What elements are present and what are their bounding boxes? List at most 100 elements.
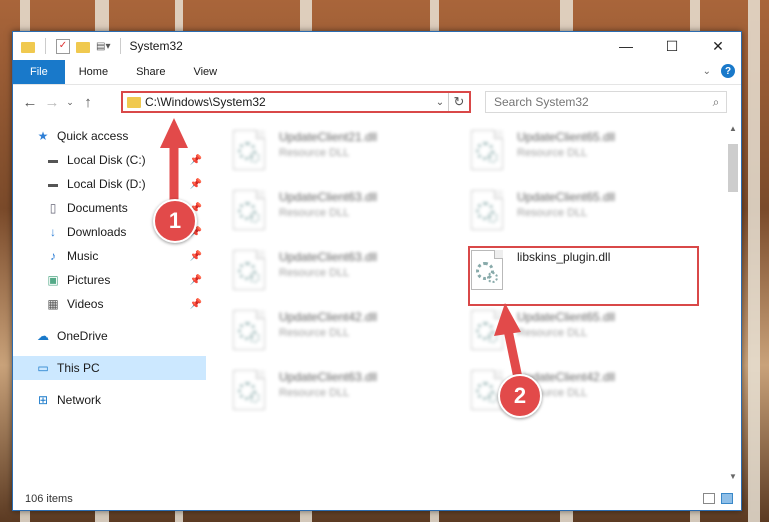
sidebar-item-label: Network [57,393,102,407]
sidebar-item-label: Local Disk (D:) [67,177,146,191]
sidebar-item-onedrive[interactable]: ☁ OneDrive [13,324,206,348]
vertical-scrollbar[interactable]: ▲ ▼ [725,122,741,484]
videos-icon: ▦ [47,297,59,311]
pictures-icon: ▣ [47,273,59,287]
file-name: UpdateClient63.dll [279,250,378,264]
list-item[interactable]: UpdateClient65.dll Resource DLL [471,310,691,362]
scroll-down-icon[interactable]: ▼ [725,470,741,484]
large-icons-view-icon[interactable] [721,493,733,504]
item-count: 106 items [25,493,73,505]
sidebar-item-network[interactable]: ⊞ Network [13,388,206,412]
dll-file-icon [471,190,503,230]
pin-icon[interactable]: 📌 [190,155,202,166]
sidebar-item-label: Local Disk (C:) [67,153,146,167]
up-arrow-icon[interactable]: ↑ [77,94,99,111]
dll-file-icon [233,370,265,410]
sidebar-item-label: This PC [57,361,100,375]
cloud-icon: ☁ [37,329,49,343]
refresh-icon[interactable]: ↻ [448,93,469,111]
pin-icon[interactable]: 📌 [190,179,202,190]
details-view-icon[interactable] [703,493,715,504]
folder-icon [127,96,141,108]
address-bar[interactable]: C:\Windows\System32 ⌄ ↻ [121,91,471,113]
file-type: Resource DLL [517,207,588,219]
recent-locations-icon[interactable]: ⌄ [63,97,77,108]
sidebar-item-label: Pictures [67,273,111,287]
list-item[interactable]: UpdateClient65.dll Resource DLL [471,190,691,242]
sidebar-item-label: Downloads [67,225,127,239]
sidebar-item-local-disk-d[interactable]: ▬ Local Disk (D:) 📌 [13,172,206,196]
divider [120,38,122,54]
new-folder-icon[interactable] [76,41,90,53]
address-dropdown-icon[interactable]: ⌄ [432,97,448,108]
file-type: Resource DLL [279,147,350,159]
file-type: Resource DLL [279,267,350,279]
sidebar-item-label: OneDrive [57,329,108,343]
file-type: Resource DLL [279,387,350,399]
sidebar-item-quick-access[interactable]: ★ Quick access [13,124,206,148]
list-item[interactable]: UpdateClient21.dll Resource DLL [233,130,453,182]
dll-file-icon [233,310,265,350]
pin-icon[interactable]: 📌 [190,251,202,262]
search-input[interactable] [486,94,706,110]
tab-share[interactable]: Share [122,60,179,84]
sidebar-item-pictures[interactable]: ▣ Pictures 📌 [13,268,206,292]
sidebar-item-label: Music [67,249,99,263]
back-arrow-icon[interactable]: ← [19,94,41,111]
tab-home[interactable]: Home [65,60,122,84]
list-item[interactable]: UpdateClient42.dll Resource DLL [233,310,453,362]
navigation-bar: ← → ⌄ ↑ C:\Windows\System32 ⌄ ↻ ⌕ [13,85,741,119]
customize-toolbar-icon[interactable]: ▤▾ [96,41,110,52]
forward-arrow-icon[interactable]: → [41,94,63,111]
scroll-up-icon[interactable]: ▲ [725,122,741,136]
sidebar-item-this-pc[interactable]: ▭ This PC [13,356,206,380]
list-item[interactable]: UpdateClient63.dll Resource DLL [233,370,453,422]
dll-file-icon [471,310,503,350]
minimize-button[interactable]: — [603,32,649,60]
divider [45,38,46,54]
file-name: UpdateClient63.dll [279,190,378,204]
title-bar: ✓ ▤▾ System32 — ☐ ✕ [13,32,741,60]
dll-file-icon [233,190,265,230]
address-path[interactable]: C:\Windows\System32 [145,95,432,109]
music-icon: ♪ [50,249,56,263]
status-bar: 106 items [13,488,741,510]
callout-number-1: 1 [153,199,197,243]
file-list: UpdateClient21.dll Resource DLL UpdateCli… [223,122,723,482]
drive-icon: ▬ [48,178,58,190]
sidebar-item-music[interactable]: ♪ Music 📌 [13,244,206,268]
pin-icon[interactable]: 📌 [190,275,202,286]
file-name: UpdateClient65.dll [517,130,616,144]
ribbon-tabs: File Home Share View ⌄ ? [13,60,741,85]
folder-icon [21,41,35,53]
tab-view[interactable]: View [179,60,231,84]
close-button[interactable]: ✕ [695,32,741,60]
dll-file-icon [233,130,265,170]
list-item[interactable]: UpdateClient63.dll Resource DLL [233,250,453,302]
pin-icon[interactable]: 📌 [190,299,202,310]
sidebar-item-local-disk-c[interactable]: ▬ Local Disk (C:) 📌 [13,148,206,172]
file-type: Resource DLL [279,327,350,339]
file-type: Resource DLL [517,327,588,339]
file-type: Resource DLL [517,147,588,159]
file-name: UpdateClient65.dll [517,310,616,324]
window-title: System32 [129,39,183,53]
sidebar-item-label: Documents [67,201,128,215]
scroll-thumb[interactable] [728,144,738,192]
file-type: Resource DLL [279,207,350,219]
search-box[interactable]: ⌕ [485,91,727,113]
help-icon[interactable]: ? [721,64,735,78]
search-icon[interactable]: ⌕ [706,95,726,110]
file-name: UpdateClient65.dll [517,190,616,204]
list-item[interactable]: UpdateClient65.dll Resource DLL [471,130,691,182]
documents-icon: ▯ [49,201,57,215]
sidebar-item-videos[interactable]: ▦ Videos 📌 [13,292,206,316]
file-name: UpdateClient21.dll [279,130,378,144]
network-icon: ⊞ [37,393,49,407]
expand-ribbon-icon[interactable]: ⌄ [703,66,711,77]
maximize-button[interactable]: ☐ [649,32,695,60]
properties-icon[interactable]: ✓ [56,38,70,54]
tab-file[interactable]: File [13,60,65,84]
file-highlight-box [468,246,699,306]
list-item[interactable]: UpdateClient63.dll Resource DLL [233,190,453,242]
